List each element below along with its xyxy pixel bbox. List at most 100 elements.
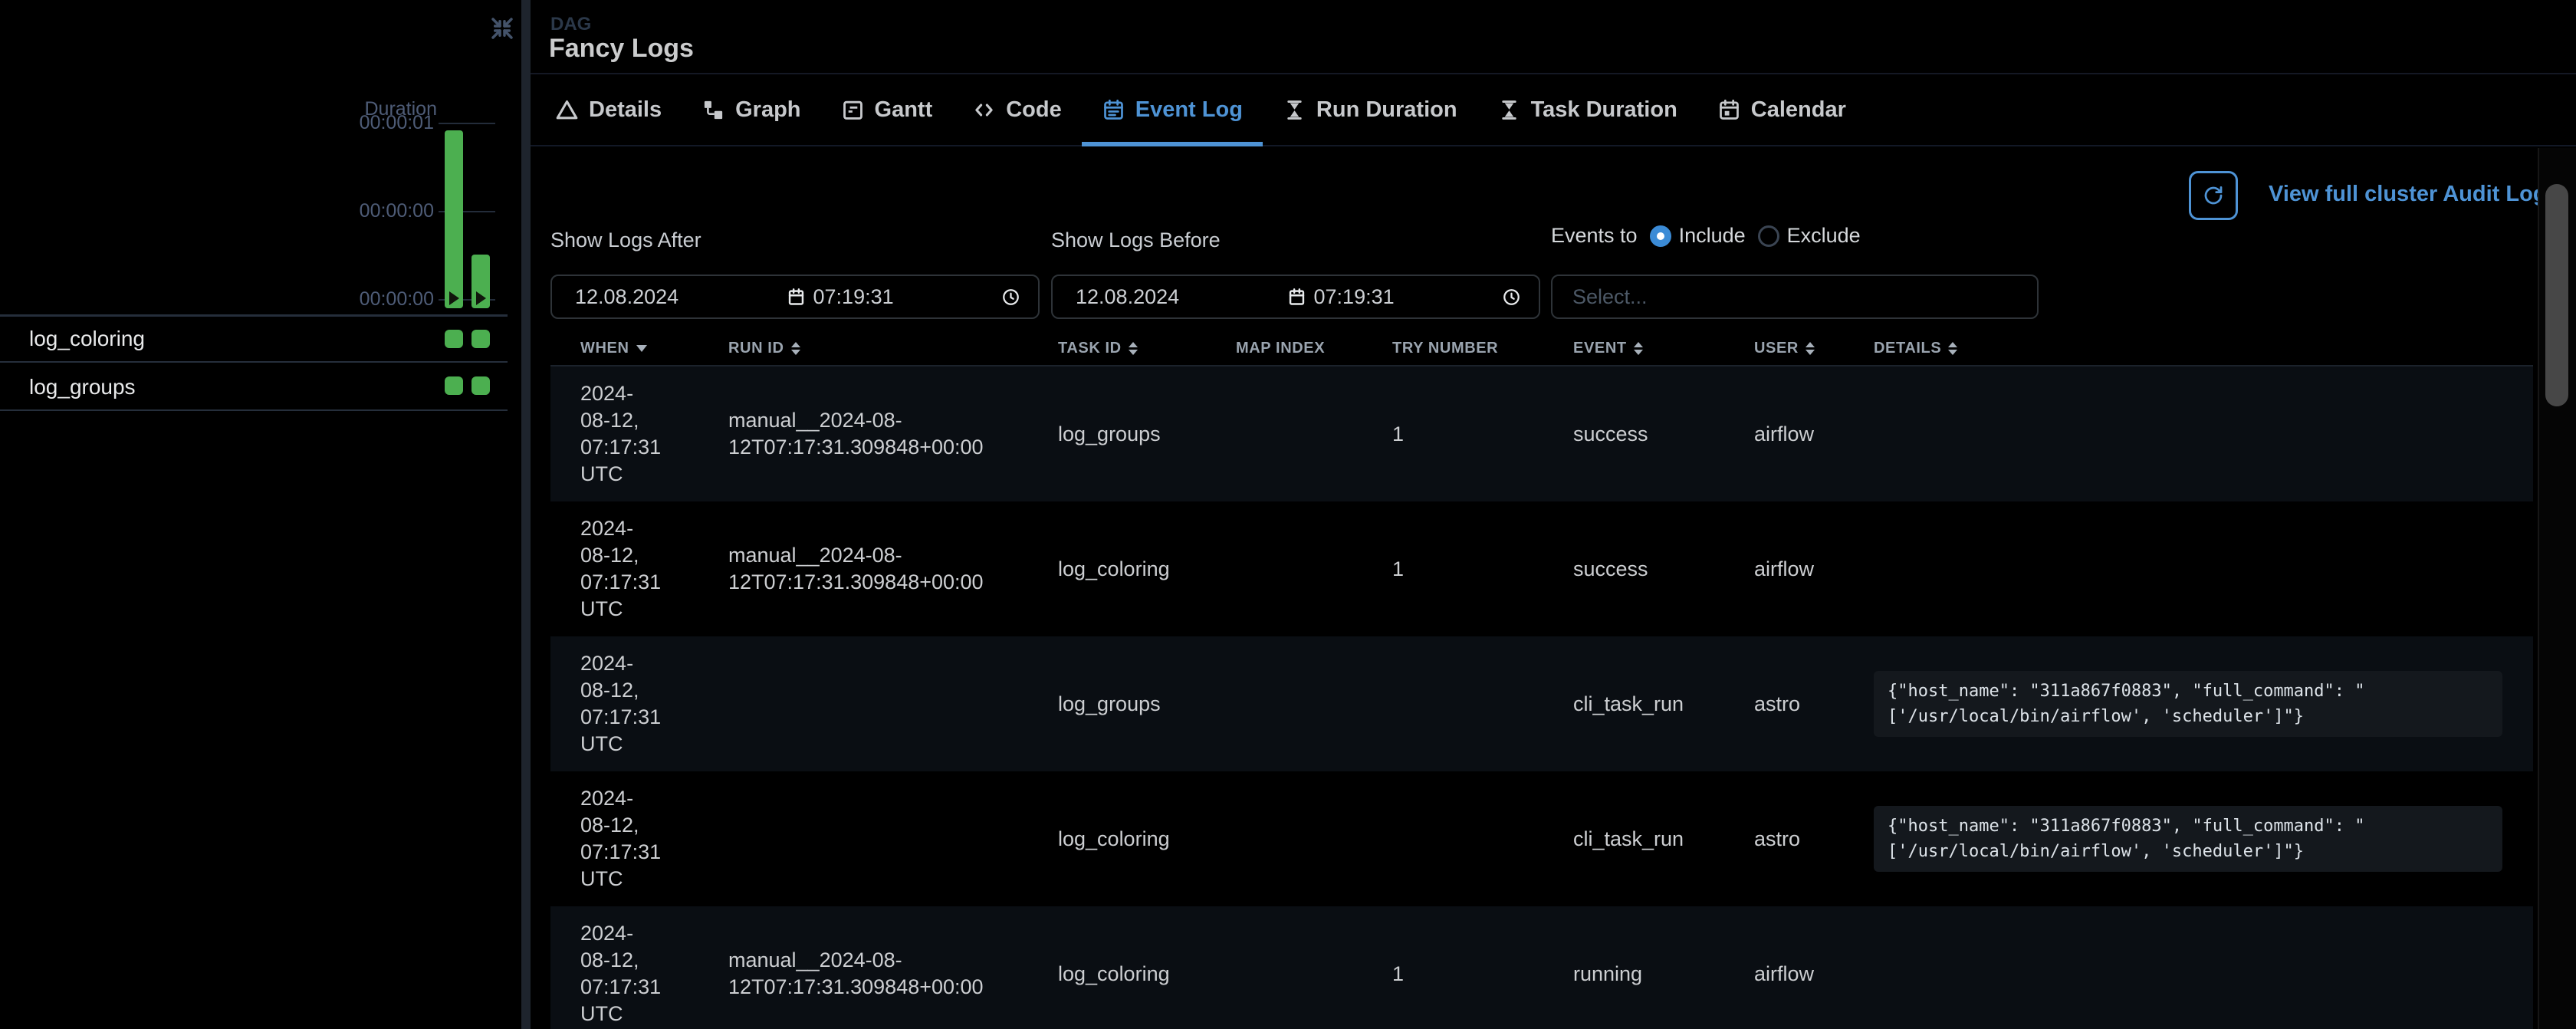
vertical-scrollbar-thumb[interactable] [2545,184,2568,406]
cell-try-number: 1 [1377,501,1558,636]
radio-exclude-dot[interactable] [1758,225,1779,247]
event-log-icon [1102,98,1125,122]
view-audit-log-link[interactable]: View full cluster Audit Log [2269,182,2547,207]
tab-label: Code [1006,97,1062,123]
logs-after-datetime-input[interactable]: 12.08.2024 07:19:31 [550,275,1040,319]
column-header-event[interactable]: EVENT [1558,340,1739,357]
clock-icon[interactable] [1001,287,1021,307]
task-label: log_groups [29,364,136,409]
tab-graph[interactable]: Graph [682,74,820,145]
calendar-icon [1717,98,1741,122]
sort-icon [1948,342,1957,355]
cell-task-id: log_groups [1043,636,1221,771]
page-title: Fancy Logs [549,34,694,64]
task-row-log_coloring[interactable]: log_coloring [0,316,508,363]
cell-event: cli_task_run [1558,636,1739,771]
tab-label: Graph [735,97,800,123]
chart-y-tick: 00:00:00 [245,288,434,311]
column-header-details[interactable]: DETAILS [1858,340,2533,357]
calendar-small-icon[interactable] [786,287,807,307]
column-label: MAP INDEX [1236,340,1325,357]
cell-user: astro [1739,771,1858,906]
cell-event: cli_task_run [1558,771,1739,906]
tab-bar: Details Graph Gantt Code Event Log Run Durati… [531,74,2576,146]
cell-when: 2024- 08-12, 07:17:31 UTC [550,636,713,771]
task-instance-square-success[interactable] [445,376,463,395]
gantt-icon [841,98,865,122]
logs-before-datetime-input[interactable]: 12.08.2024 07:19:31 [1051,275,1540,319]
show-logs-after-label: Show Logs After [550,228,702,252]
radio-include[interactable]: Include [1650,224,1746,248]
task-instance-square-success[interactable] [472,330,490,348]
cell-when: 2024- 08-12, 07:17:31 UTC [550,501,713,636]
panel-divider[interactable] [521,0,531,1029]
tab-label: Details [589,97,662,123]
cell-details [1858,367,2533,501]
cell-when: 2024- 08-12, 07:17:31 UTC [550,771,713,906]
cell-map-index [1221,636,1377,771]
cell-when: 2024- 08-12, 07:17:31 UTC [550,906,713,1029]
tab-code[interactable]: Code [952,74,1082,145]
cell-map-index [1221,501,1377,636]
cell-try-number [1377,771,1558,906]
cell-run-id [713,771,1043,906]
tab-details[interactable]: Details [535,74,682,145]
run-marker-icon [449,291,459,305]
cell-map-index [1221,771,1377,906]
event-type-select[interactable]: Select... [1551,275,2039,319]
column-header-when[interactable]: WHEN [550,340,713,357]
date-value[interactable]: 12.08.2024 [1076,285,1179,309]
cell-task-id: log_groups [1043,367,1221,501]
tab-label: Gantt [875,97,933,123]
cell-event: success [1558,501,1739,636]
refresh-button[interactable] [2189,171,2238,220]
time-value[interactable]: 07:19:31 [813,285,894,309]
duration-bar-log_coloring[interactable] [445,130,463,308]
sort-icon [1806,342,1815,355]
tab-run-duration[interactable]: Run Duration [1263,74,1477,145]
task-instance-square-success[interactable] [445,330,463,348]
date-value[interactable]: 12.08.2024 [575,285,678,309]
tab-label: Event Log [1135,97,1243,123]
table-body: 2024- 08-12, 07:17:31 UTC manual__2024-0… [550,367,2533,1029]
sort-icon [1634,342,1643,355]
sort-icon [791,342,800,355]
task-row-log_groups[interactable]: log_groups [0,364,508,411]
vertical-scrollbar-track[interactable] [2538,148,2576,1029]
clock-icon[interactable] [1501,287,1522,307]
tab-label: Run Duration [1316,97,1457,123]
column-label: TASK ID [1058,340,1122,357]
tab-calendar[interactable]: Calendar [1697,74,1866,145]
column-header-run-id[interactable]: RUN ID [713,340,1043,357]
sidebar-duration-panel: Duration 00:00:0100:00:0000:00:00 log_co… [0,0,521,1029]
events-filter-row: Events to Include Exclude [1551,224,1861,248]
tab-task-duration[interactable]: Task Duration [1477,74,1697,145]
tab-label: Task Duration [1531,97,1677,123]
tab-label: Calendar [1751,97,1846,123]
calendar-small-icon[interactable] [1286,287,1307,307]
tab-event-log[interactable]: Event Log [1082,74,1263,145]
hourglass-icon [1497,98,1521,122]
task-instance-square-success[interactable] [472,376,490,395]
main-content: DAG Fancy Logs Details Graph Gantt Code Even… [531,0,2576,1029]
cell-try-number [1377,636,1558,771]
column-header-user[interactable]: USER [1739,340,1858,357]
cell-run-id: manual__2024-08- 12T07:17:31.309848+00:0… [713,501,1043,636]
collapse-panel-button[interactable] [488,15,516,42]
cell-details: {"host_name": "311a867f0883", "full_comm… [1858,636,2533,771]
cell-try-number: 1 [1377,367,1558,501]
table-header-row: WHENRUN IDTASK IDMAP INDEXTRY NUMBEREVEN… [550,331,2533,367]
refresh-icon [2202,184,2225,207]
tab-gantt[interactable]: Gantt [821,74,953,145]
column-header-map-index: MAP INDEX [1221,340,1377,357]
time-value[interactable]: 07:19:31 [1314,285,1395,309]
radio-exclude[interactable]: Exclude [1758,224,1861,248]
dag-kicker: DAG [550,14,591,35]
radio-include-dot[interactable] [1650,225,1671,247]
cell-details: {"host_name": "311a867f0883", "full_comm… [1858,771,2533,906]
table-row: 2024- 08-12, 07:17:31 UTC log_groups cli… [550,636,2533,771]
column-header-task-id[interactable]: TASK ID [1043,340,1221,357]
details-json: {"host_name": "311a867f0883", "full_comm… [1874,671,2502,737]
cell-task-id: log_coloring [1043,906,1221,1029]
sort-icon [1129,342,1138,355]
